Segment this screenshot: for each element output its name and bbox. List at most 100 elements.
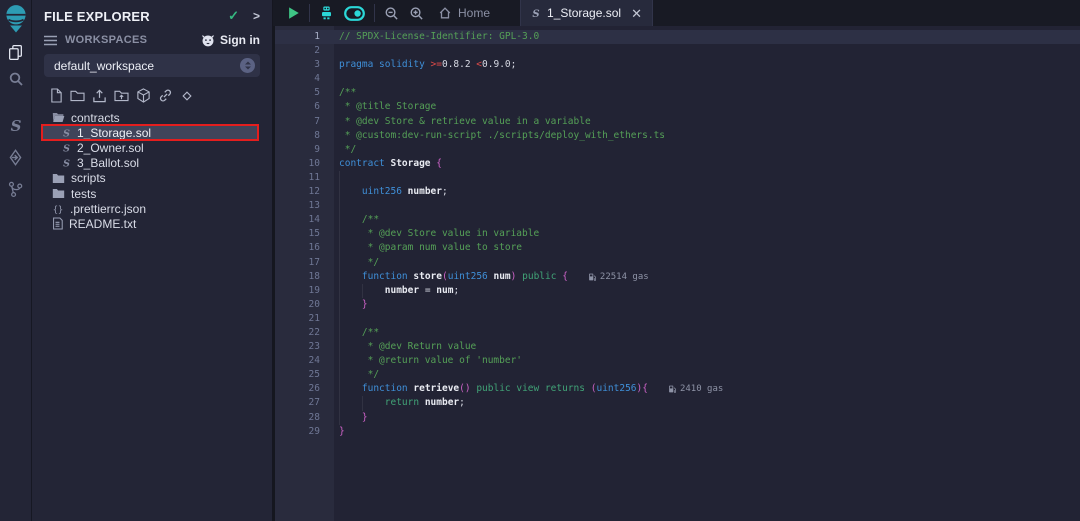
run-script-play-icon[interactable] [287, 6, 300, 20]
line-number: 10 [275, 157, 320, 171]
theme-toggle-icon[interactable] [344, 6, 365, 21]
upload-file-icon[interactable] [92, 88, 107, 103]
editor-topbar: Home S 1_Storage.sol ✕ [273, 0, 1080, 26]
code-line-25: 25 */ [275, 368, 1080, 382]
new-file-icon[interactable] [50, 88, 63, 103]
line-number: 2 [275, 44, 320, 58]
remixai-robot-icon[interactable] [319, 5, 334, 21]
code-line-14: 14 /** [275, 213, 1080, 227]
code-text: */ [320, 256, 379, 270]
gas-pump-icon [668, 384, 677, 394]
solidity-file-icon: S [531, 7, 541, 19]
tree-item-3_Ballot.sol[interactable]: S 3_Ballot.sol [32, 156, 272, 171]
workspace-dropdown[interactable]: default_workspace [44, 54, 260, 77]
zoom-in-icon[interactable] [409, 6, 424, 21]
tree-item-scripts[interactable]: scripts [32, 171, 272, 186]
code-text: contract Storage { [320, 157, 442, 171]
line-number: 12 [275, 185, 320, 199]
file-tree: contractsS1_Storage.solS2_Owner.solS3_Ba… [32, 110, 272, 232]
tree-item-README.txt[interactable]: README.txt [32, 216, 272, 231]
line-number: 17 [275, 256, 320, 270]
gas-estimate: 2410 gas [668, 382, 723, 396]
code-text [320, 199, 339, 213]
code-text [320, 72, 339, 86]
code-text: uint256 number; [320, 185, 448, 199]
tree-item-.prettierrc.json[interactable]: {}.prettierrc.json [32, 201, 272, 216]
deploy-and-run-icon[interactable] [0, 149, 31, 166]
new-folder-icon[interactable] [70, 89, 85, 102]
line-number: 1 [275, 30, 320, 44]
file-label: .prettierrc.json [70, 202, 146, 216]
code-line-18: 18 function store(uint256 num) public {2… [275, 270, 1080, 284]
line-number: 25 [275, 368, 320, 382]
remix-ide-window: S FILE EXPLORER ✓ > [0, 0, 1080, 521]
code-text: * @custom:dev-run-script ./scripts/deplo… [320, 129, 665, 143]
code-text [320, 44, 339, 58]
file-actions-toolbar [32, 86, 272, 110]
code-text: } [320, 425, 345, 439]
code-editor[interactable]: 1// SPDX-License-Identifier: GPL-3.023pr… [273, 26, 1080, 521]
panel-title: FILE EXPLORER [44, 9, 228, 24]
line-number: 6 [275, 100, 320, 114]
file-label: scripts [71, 171, 106, 185]
chevron-right-icon[interactable]: > [253, 9, 260, 23]
tree-item-2_Owner.sol[interactable]: S2_Owner.sol [32, 140, 272, 155]
folder-icon [52, 173, 65, 184]
indent-guide [339, 199, 340, 213]
code-line-11: 11 [275, 171, 1080, 185]
home-icon [438, 6, 452, 20]
link-icon[interactable] [158, 88, 173, 103]
code-line-22: 22 /** [275, 326, 1080, 340]
code-line-3: 3pragma solidity >=0.8.2 <0.9.0; [275, 58, 1080, 72]
code-line-12: 12 uint256 number; [275, 185, 1080, 199]
svg-text:S: S [63, 144, 70, 154]
svg-text:S: S [10, 117, 21, 135]
search-icon[interactable] [0, 71, 31, 87]
zoom-out-icon[interactable] [384, 6, 399, 21]
file-label: 3_Ballot.sol [77, 156, 139, 170]
check-icon[interactable]: ✓ [228, 8, 239, 24]
hamburger-menu-icon[interactable] [44, 35, 57, 46]
tab-1-storage-sol[interactable]: S 1_Storage.sol ✕ [520, 0, 653, 26]
code-line-1: 1// SPDX-License-Identifier: GPL-3.0 [275, 30, 1080, 44]
indent-guide [339, 171, 340, 185]
line-number: 8 [275, 129, 320, 143]
file-label: tests [71, 187, 96, 201]
svg-text:S: S [63, 128, 70, 138]
line-number: 5 [275, 86, 320, 100]
solidity-compiler-icon[interactable]: S [0, 117, 31, 135]
line-number: 29 [275, 425, 320, 439]
line-number: 15 [275, 227, 320, 241]
sign-in-button[interactable]: Sign in [201, 33, 260, 47]
line-number: 18 [275, 270, 320, 284]
tree-item-1_Storage.sol[interactable]: S1_Storage.sol [32, 125, 272, 140]
file-explorer-icon[interactable] [0, 44, 31, 61]
ipfs-cube-icon[interactable] [136, 88, 151, 103]
file-explorer-panel: FILE EXPLORER ✓ > WORKSPACES Sign in [32, 0, 273, 521]
tree-item-contracts[interactable]: contracts [32, 110, 272, 125]
tree-item-tests[interactable]: tests [32, 186, 272, 201]
code-text: */ [320, 143, 356, 157]
code-line-7: 7 * @dev Store & retrieve value in a var… [275, 115, 1080, 129]
code-text: * @return value of 'number' [320, 354, 522, 368]
code-line-23: 23 * @dev Return value [275, 340, 1080, 354]
code-text [320, 171, 339, 185]
sign-in-label: Sign in [220, 33, 260, 47]
toolbar-separator [374, 4, 375, 22]
solidity-icon: S [62, 157, 71, 169]
toolbar-separator [309, 4, 310, 22]
line-number: 28 [275, 411, 320, 425]
line-number: 9 [275, 143, 320, 157]
remix-logo-icon[interactable] [0, 3, 31, 33]
gist-diamond-icon[interactable] [180, 89, 194, 103]
close-tab-icon[interactable]: ✕ [631, 7, 642, 20]
svg-text:S: S [63, 159, 70, 169]
file-label: contracts [71, 111, 120, 125]
upload-folder-icon[interactable] [114, 89, 129, 102]
git-icon[interactable] [0, 180, 31, 199]
sort-arrows-icon [240, 58, 255, 73]
code-line-8: 8 * @custom:dev-run-script ./scripts/dep… [275, 129, 1080, 143]
code-text: * @title Storage [320, 100, 436, 114]
home-tab[interactable]: Home [438, 6, 490, 20]
indent-guide [339, 312, 340, 326]
